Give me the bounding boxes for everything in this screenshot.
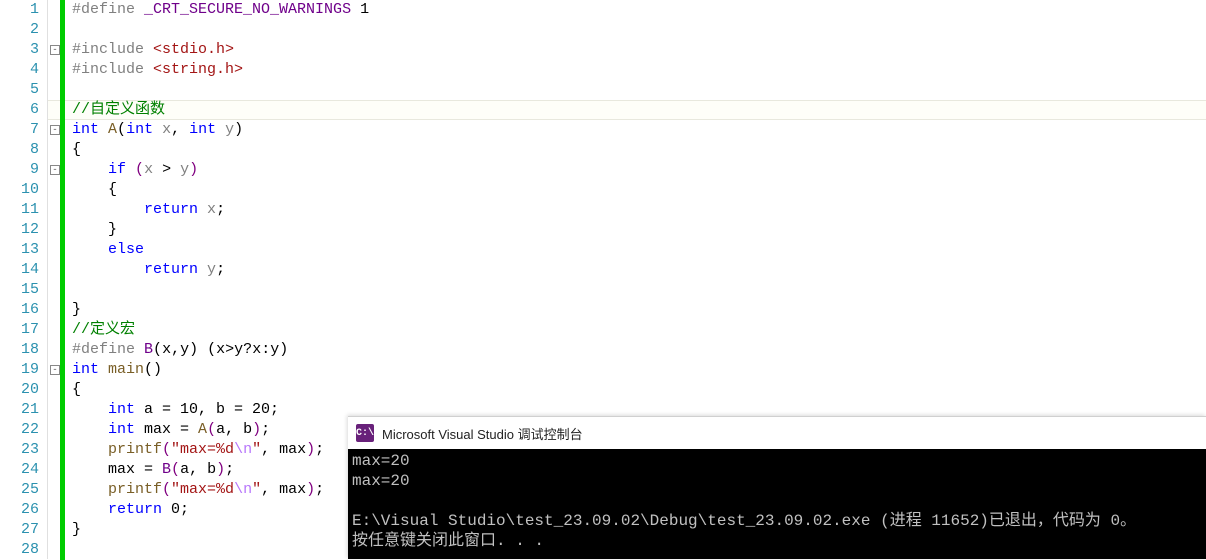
code-line[interactable]: return x; xyxy=(72,200,1206,220)
line-number: 10 xyxy=(0,180,39,200)
change-indicator-bar xyxy=(60,0,65,560)
line-number: 3 xyxy=(0,40,39,60)
fold-toggle-icon[interactable]: - xyxy=(50,45,60,55)
code-line[interactable]: } xyxy=(72,300,1206,320)
fold-toggle-icon[interactable]: - xyxy=(50,125,60,135)
line-number: 17 xyxy=(0,320,39,340)
line-number: 18 xyxy=(0,340,39,360)
line-number: 14 xyxy=(0,260,39,280)
line-number: 15 xyxy=(0,280,39,300)
code-line[interactable] xyxy=(72,80,1206,100)
code-line[interactable] xyxy=(72,280,1206,300)
code-line[interactable]: #define _CRT_SECURE_NO_WARNINGS 1 xyxy=(72,0,1206,20)
line-number: 28 xyxy=(0,540,39,560)
line-number: 24 xyxy=(0,460,39,480)
line-number-gutter: 1234567891011121314151617181920212223242… xyxy=(0,0,48,559)
code-line[interactable]: } xyxy=(72,220,1206,240)
line-number: 23 xyxy=(0,440,39,460)
code-line[interactable]: { xyxy=(72,140,1206,160)
code-line[interactable]: { xyxy=(72,180,1206,200)
code-line[interactable]: if (x > y) xyxy=(72,160,1206,180)
fold-toggle-icon[interactable]: - xyxy=(50,365,60,375)
code-line[interactable]: #include <stdio.h> xyxy=(72,40,1206,60)
line-number: 12 xyxy=(0,220,39,240)
line-number: 22 xyxy=(0,420,39,440)
line-number: 8 xyxy=(0,140,39,160)
line-number: 20 xyxy=(0,380,39,400)
line-number: 25 xyxy=(0,480,39,500)
line-number: 6 xyxy=(0,100,39,120)
debug-console-body[interactable]: max=20 max=20 E:\Visual Studio\test_23.0… xyxy=(348,449,1206,553)
line-number: 16 xyxy=(0,300,39,320)
code-line[interactable]: int A(int x, int y) xyxy=(72,120,1206,140)
line-number: 11 xyxy=(0,200,39,220)
fold-toggle-icon[interactable]: - xyxy=(50,165,60,175)
line-number: 7 xyxy=(0,120,39,140)
line-number: 9 xyxy=(0,160,39,180)
line-number: 2 xyxy=(0,20,39,40)
code-line[interactable]: { xyxy=(72,380,1206,400)
line-number: 13 xyxy=(0,240,39,260)
line-number: 1 xyxy=(0,0,39,20)
code-line[interactable]: #define B(x,y) (x>y?x:y) xyxy=(72,340,1206,360)
line-number: 19 xyxy=(0,360,39,380)
code-line[interactable] xyxy=(72,20,1206,40)
code-line[interactable]: //定义宏 xyxy=(72,320,1206,340)
line-number: 4 xyxy=(0,60,39,80)
line-number: 5 xyxy=(0,80,39,100)
code-line[interactable]: else xyxy=(72,240,1206,260)
line-number: 27 xyxy=(0,520,39,540)
console-icon: C:\ xyxy=(356,424,374,442)
debug-console-title: Microsoft Visual Studio 调试控制台 xyxy=(382,424,583,443)
debug-console-window[interactable]: C:\ Microsoft Visual Studio 调试控制台 max=20… xyxy=(348,416,1206,559)
code-line[interactable]: #include <string.h> xyxy=(72,60,1206,80)
code-line[interactable]: int main() xyxy=(72,360,1206,380)
debug-console-titlebar[interactable]: C:\ Microsoft Visual Studio 调试控制台 xyxy=(348,417,1206,449)
code-line[interactable]: return y; xyxy=(72,260,1206,280)
line-number: 26 xyxy=(0,500,39,520)
line-number: 21 xyxy=(0,400,39,420)
code-line[interactable]: //自定义函数 xyxy=(72,100,1206,120)
